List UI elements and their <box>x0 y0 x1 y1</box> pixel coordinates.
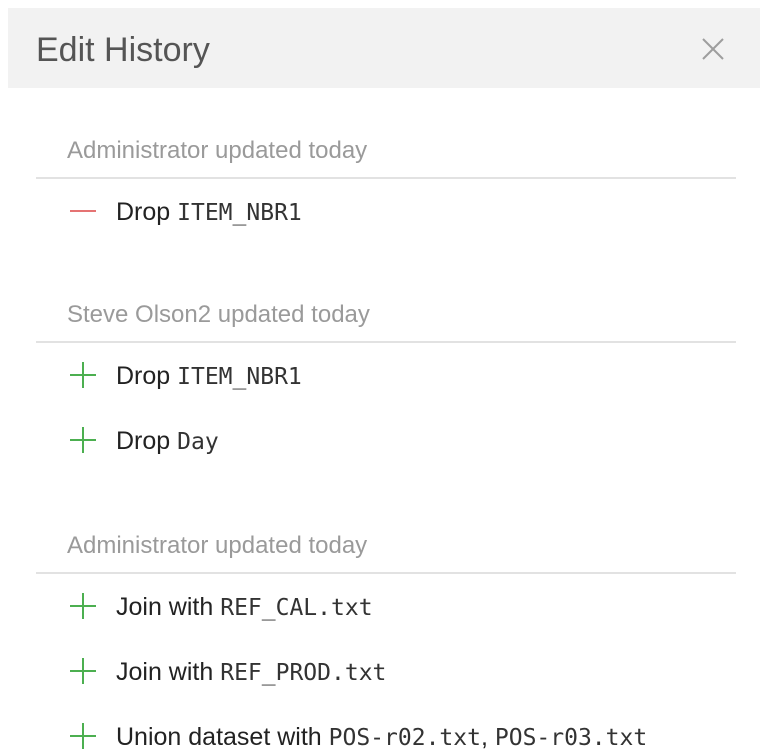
entry-list: Join with REF_CAL.txt Join with REF_PROD… <box>36 574 736 755</box>
history-group: Steve Olson2 updated today Drop ITEM_NBR… <box>36 277 736 477</box>
plus-icon <box>70 723 96 749</box>
group-header: Administrator updated today <box>36 508 736 574</box>
entry-text: Drop ITEM_NBR1 <box>116 360 302 393</box>
entry-verb: Join with <box>116 658 214 686</box>
entry-text: Drop ITEM_NBR1 <box>116 196 302 229</box>
entry-text: Join with REF_CAL.txt <box>116 591 373 624</box>
history-group: Administrator updated today Drop ITEM_NB… <box>36 113 736 248</box>
panel-title: Edit History <box>36 31 210 69</box>
entry-text: Drop Day <box>116 425 219 458</box>
dataset-name: REF_PROD.txt <box>220 660 387 686</box>
history-group: Administrator updated today Join with RE… <box>36 508 736 755</box>
group-header-text: Steve Olson2 updated today <box>67 301 370 328</box>
edit-history-panel: Edit History Administrator updated today… <box>0 0 760 755</box>
entry-text: Union dataset with POS-r02.txt, POS-r03.… <box>116 721 647 754</box>
plus-icon <box>70 658 96 684</box>
entry-verb: Drop <box>116 427 171 455</box>
dataset-name: POS-r03.txt <box>494 725 648 751</box>
history-entry: Drop ITEM_NBR1 <box>36 347 736 412</box>
plus-icon <box>70 362 96 388</box>
entry-text: Join with REF_PROD.txt <box>116 656 386 689</box>
plus-icon <box>70 427 96 453</box>
panel-header: Edit History <box>8 8 760 88</box>
group-header: Administrator updated today <box>36 113 736 179</box>
entry-verb: Union dataset with <box>116 723 322 751</box>
entry-list: Drop ITEM_NBR1 Drop Day <box>36 343 736 477</box>
history-entry: Join with REF_PROD.txt <box>36 643 736 708</box>
plus-icon <box>70 593 96 619</box>
history-entry: Join with REF_CAL.txt <box>36 578 736 643</box>
group-header-text: Administrator updated today <box>67 137 368 164</box>
close-button[interactable] <box>696 32 730 66</box>
entry-list: Drop ITEM_NBR1 <box>36 179 736 248</box>
dataset-name: POS-r02.txt <box>328 725 481 751</box>
column-name: Day <box>177 429 219 455</box>
minus-icon <box>70 198 96 224</box>
column-name: ITEM_NBR1 <box>177 200 302 226</box>
column-name: ITEM_NBR1 <box>177 364 302 390</box>
history-entry: Drop ITEM_NBR1 <box>36 183 736 248</box>
history-entry: Drop Day <box>36 412 736 477</box>
group-header: Steve Olson2 updated today <box>36 277 736 343</box>
history-entry: Union dataset with POS-r02.txt, POS-r03.… <box>36 708 736 755</box>
dataset-name: REF_CAL.txt <box>220 595 373 621</box>
separator: , <box>480 723 495 751</box>
entry-verb: Join with <box>116 593 214 621</box>
group-header-text: Administrator updated today <box>67 532 368 559</box>
entry-verb: Drop <box>116 198 171 226</box>
close-icon <box>702 38 724 60</box>
entry-verb: Drop <box>116 362 171 390</box>
